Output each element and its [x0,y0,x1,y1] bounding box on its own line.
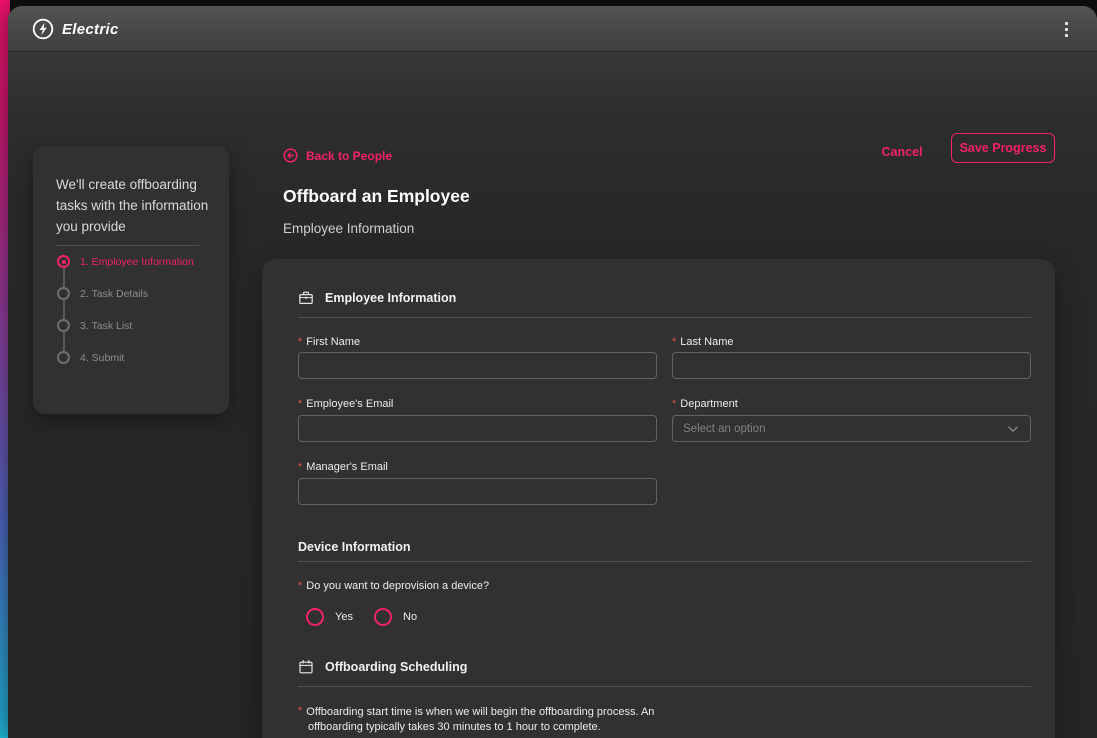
employee-information-section-header: Employee Information [298,290,456,306]
required-asterisk: * [672,398,676,410]
department-label: * Department [672,398,738,410]
required-asterisk: * [298,398,302,410]
main-area: We'll create offboarding tasks with the … [8,52,1097,738]
calendar-icon [298,659,314,675]
stepper-card: We'll create offboarding tasks with the … [33,146,229,414]
step-active-dot [62,260,66,264]
scheduling-description-line1: * Offboarding start time is when we will… [298,705,654,720]
last-name-input[interactable] [672,352,1031,379]
sidebar-step-employee-information[interactable]: 1. Employee Information [80,256,194,268]
sidebar-step-submit[interactable]: 4. Submit [80,352,124,364]
first-name-input[interactable] [298,352,657,379]
required-asterisk: * [298,705,302,720]
cancel-button[interactable]: Cancel [878,141,926,163]
back-link-label: Back to People [306,149,392,163]
stepper-connector-line [63,262,65,358]
employee-email-label: * Employee's Email [298,398,393,410]
deprovision-no-label: No [403,611,417,623]
save-progress-button[interactable]: Save Progress [951,133,1055,163]
required-asterisk: * [298,461,302,473]
form-card: Employee Information * First Name * Last… [262,259,1055,738]
radio-circle-icon [374,608,392,626]
required-asterisk: * [672,336,676,348]
scheduling-description-line2: offboarding typically takes 30 minutes t… [308,720,601,735]
lightning-bolt-icon [32,18,54,40]
required-asterisk: * [298,336,302,348]
back-to-people-link[interactable]: Back to People [283,148,392,163]
deprovision-yes-radio[interactable]: Yes [306,608,353,626]
sidebar-step-task-details[interactable]: 2. Task Details [80,288,148,300]
deprovision-no-radio[interactable]: No [374,608,417,626]
deprovision-yes-label: Yes [335,611,353,623]
stepper-divider [56,245,199,246]
brand-logo: Electric [32,17,119,41]
topbar: Electric [8,6,1097,52]
step-indicator-3 [57,319,70,332]
department-select-placeholder: Select an option [683,423,765,435]
employee-email-input[interactable] [298,415,657,442]
section-divider [298,561,1031,562]
step-indicator-4 [57,351,70,364]
screen: Electric We'll create offboarding tasks … [0,0,1097,738]
required-asterisk: * [298,580,302,592]
department-select[interactable]: Select an option [672,415,1031,442]
app-window: Electric We'll create offboarding tasks … [8,6,1097,738]
last-name-label: * Last Name [672,336,733,348]
offboarding-scheduling-section-title: Offboarding Scheduling [325,660,467,674]
chevron-down-icon [1006,422,1020,436]
deprovision-question-label: * Do you want to deprovision a device? [298,580,489,592]
first-name-label: * First Name [298,336,360,348]
stepper-intro-text: We'll create offboarding tasks with the … [56,174,222,237]
step-indicator-1 [57,255,70,268]
arrow-left-circle-icon [283,148,298,163]
brand-name: Electric [62,21,119,38]
section-divider [298,686,1031,687]
employee-information-section-title: Employee Information [325,291,456,305]
kebab-menu-icon[interactable] [1056,18,1076,40]
device-information-section-title: Device Information [298,540,411,554]
briefcase-icon [298,290,314,306]
offboarding-scheduling-section-header: Offboarding Scheduling [298,659,467,675]
step-indicator-2 [57,287,70,300]
page-title: Offboard an Employee [283,186,470,207]
radio-circle-icon [306,608,324,626]
sidebar-step-task-list[interactable]: 3. Task List [80,320,132,332]
section-divider [298,317,1031,318]
page-subtitle: Employee Information [283,221,414,236]
manager-email-label: * Manager's Email [298,461,388,473]
manager-email-input[interactable] [298,478,657,505]
